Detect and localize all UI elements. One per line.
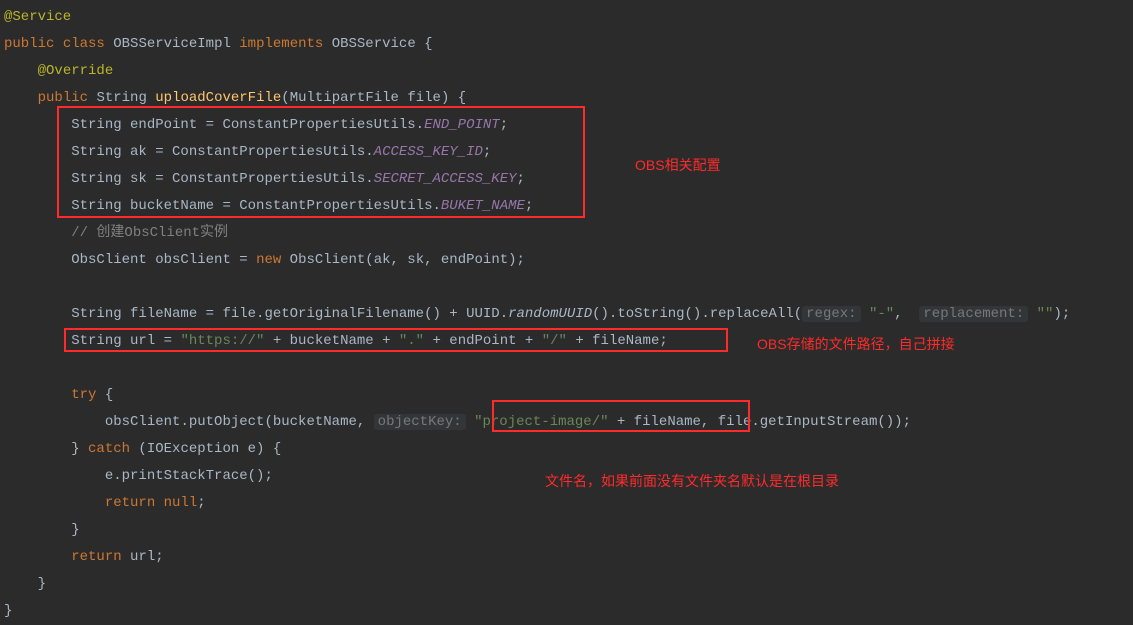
code-line: String fileName = file.getOriginalFilena…: [4, 306, 1070, 322]
method-name: uploadCoverFile: [155, 90, 281, 106]
code-line: return null;: [4, 495, 206, 511]
param-hint-replacement: replacement:: [919, 306, 1028, 322]
code-line: @Override: [4, 63, 113, 79]
code-line: return url;: [4, 549, 164, 565]
highlight-box-url: [64, 328, 728, 352]
annotation-label-config: OBS相关配置: [635, 152, 721, 179]
highlight-box-config: [57, 106, 585, 218]
code-line: obsClient.putObject(bucketName, objectKe…: [4, 414, 911, 430]
code-line: }: [4, 522, 80, 538]
annotation-label-url: OBS存储的文件路径，自己拼接: [757, 331, 955, 358]
annotation-override: @Override: [38, 63, 114, 79]
code-line: public class OBSServiceImpl implements O…: [4, 36, 433, 52]
code-line: }: [4, 576, 46, 592]
code-line: @Service: [4, 9, 71, 25]
annotation-service: @Service: [4, 9, 71, 25]
code-line: [4, 360, 12, 376]
annotation-label-filename: 文件名，如果前面没有文件夹名默认是在根目录: [545, 468, 839, 495]
code-line: // 创建ObsClient实例: [4, 225, 228, 241]
code-line: try {: [4, 387, 113, 403]
code-editor[interactable]: @Service public class OBSServiceImpl imp…: [4, 4, 1133, 625]
comment: // 创建ObsClient实例: [71, 225, 228, 241]
code-line: } catch (IOException e) {: [4, 441, 281, 457]
code-line: public String uploadCoverFile(MultipartF…: [4, 90, 466, 106]
param-hint-objectkey: objectKey:: [374, 414, 466, 430]
code-line: }: [4, 603, 12, 619]
highlight-box-objectkey: [492, 400, 750, 432]
code-line: e.printStackTrace();: [4, 468, 273, 484]
code-line: ObsClient obsClient = new ObsClient(ak, …: [4, 252, 525, 268]
code-line: [4, 279, 12, 295]
param-hint-regex: regex:: [802, 306, 860, 322]
